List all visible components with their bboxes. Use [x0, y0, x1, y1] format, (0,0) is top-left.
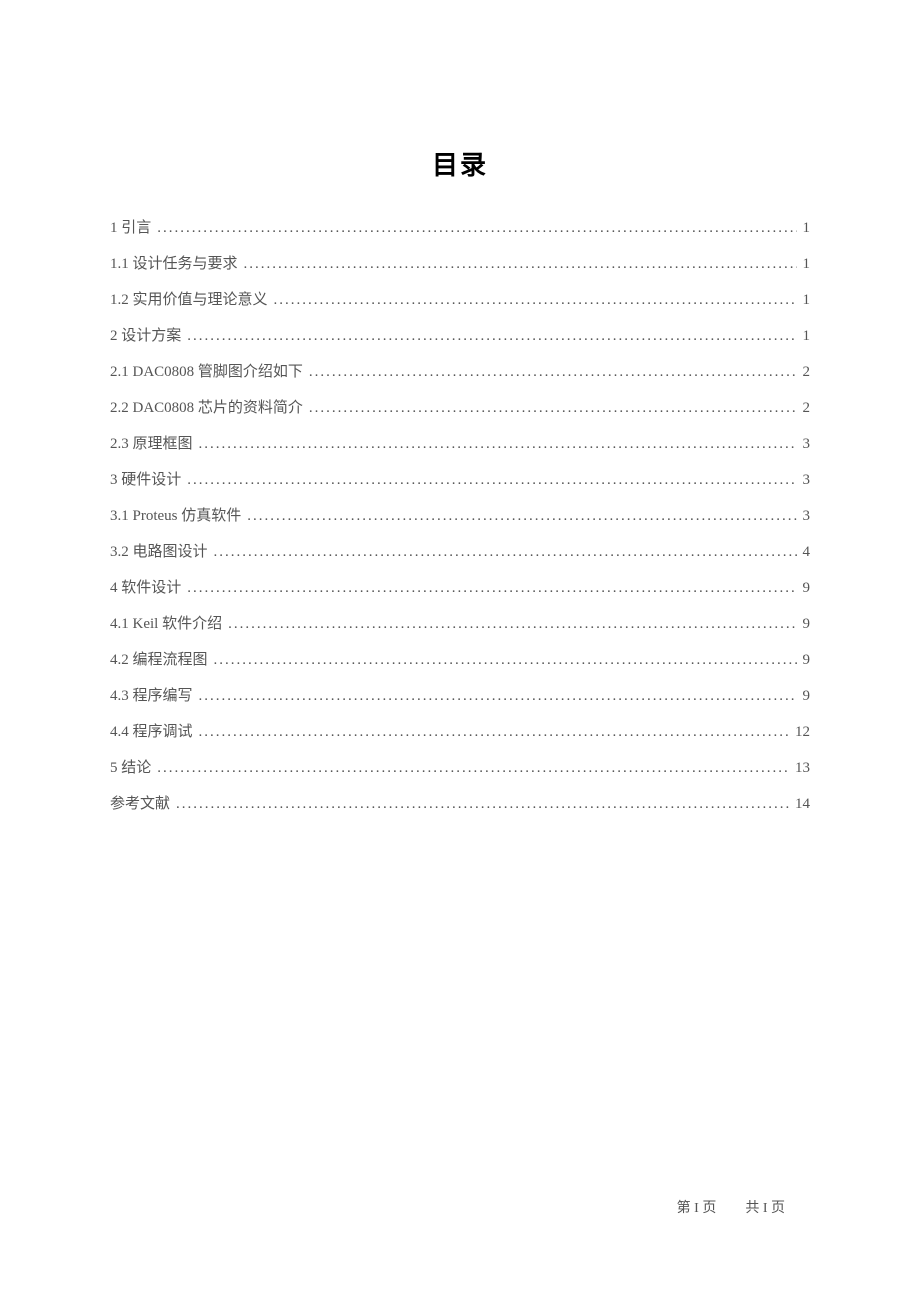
toc-entry: 1.1 设计任务与要求 1: [110, 246, 810, 282]
toc-entry: 4.3 程序编写 9: [110, 678, 810, 714]
toc-entry: 4.1 Keil 软件介绍 9: [110, 606, 810, 642]
toc-entry-label: 5 结论: [110, 750, 157, 786]
toc-entry-page: 1: [797, 282, 811, 318]
toc-title: 目录: [110, 145, 810, 182]
toc-entry: 1.2 实用价值与理论意义 1: [110, 282, 810, 318]
toc-entry-page: 9: [797, 570, 811, 606]
toc-dots: [214, 534, 797, 570]
footer-page-total: 共 I 页: [745, 1201, 785, 1216]
toc-dots: [176, 786, 789, 822]
toc-entry-page: 12: [789, 714, 810, 750]
toc-dots: [274, 282, 797, 318]
toc-entry: 2.3 原理框图 3: [110, 426, 810, 462]
toc-entry-label: 2.2 DAC0808 芯片的资料简介: [110, 390, 309, 426]
toc-entry: 3.1 Proteus 仿真软件 3: [110, 498, 810, 534]
toc-dots: [187, 462, 796, 498]
toc-entry-label: 3 硬件设计: [110, 462, 187, 498]
toc-entry-label: 1 引言: [110, 210, 157, 246]
toc-dots: [309, 354, 797, 390]
toc-dots: [247, 498, 796, 534]
toc-entry-page: 1: [797, 210, 811, 246]
toc-entry-page: 3: [797, 498, 811, 534]
toc-entry-label: 4.1 Keil 软件介绍: [110, 606, 228, 642]
toc-dots: [214, 642, 797, 678]
toc-dots: [228, 606, 796, 642]
toc-dots: [199, 678, 797, 714]
toc-entry-page: 3: [797, 426, 811, 462]
toc-entry-label: 1.1 设计任务与要求: [110, 246, 244, 282]
toc-dots: [157, 750, 789, 786]
toc-entry-label: 2.3 原理框图: [110, 426, 199, 462]
toc-entry: 3 硬件设计 3: [110, 462, 810, 498]
toc-entry-label: 2 设计方案: [110, 318, 187, 354]
toc-entry-page: 1: [797, 246, 811, 282]
toc-entry-page: 9: [797, 678, 811, 714]
toc-dots: [244, 246, 797, 282]
toc-entry-page: 9: [797, 642, 811, 678]
toc-entry-page: 2: [797, 354, 811, 390]
toc-dots: [187, 570, 796, 606]
toc-entry: 4 软件设计 9: [110, 570, 810, 606]
toc-entry-page: 13: [789, 750, 810, 786]
toc-entry-label: 4 软件设计: [110, 570, 187, 606]
toc-entry: 3.2 电路图设计 4: [110, 534, 810, 570]
toc-entry: 4.4 程序调试 12: [110, 714, 810, 750]
toc-entry-label: 3.2 电路图设计: [110, 534, 214, 570]
toc-entry-page: 3: [797, 462, 811, 498]
toc-entry: 4.2 编程流程图 9: [110, 642, 810, 678]
toc-entry: 参考文献 14: [110, 786, 810, 822]
footer-page-current: 第 I 页: [677, 1201, 717, 1216]
toc-entry: 5 结论 13: [110, 750, 810, 786]
toc-entry-page: 14: [789, 786, 810, 822]
toc-entry: 2 设计方案 1: [110, 318, 810, 354]
toc-entry-label: 3.1 Proteus 仿真软件: [110, 498, 247, 534]
toc-entry: 2.2 DAC0808 芯片的资料简介 2: [110, 390, 810, 426]
page-container: 目录 1 引言11.1 设计任务与要求11.2 实用价值与理论意义12 设计方案…: [0, 0, 920, 822]
toc-entry-label: 4.2 编程流程图: [110, 642, 214, 678]
page-footer: 第 I 页 共 I 页: [677, 1197, 785, 1217]
toc-dots: [187, 318, 796, 354]
toc-dots: [309, 390, 797, 426]
toc-entry-label: 参考文献: [110, 786, 176, 822]
toc-entry-label: 1.2 实用价值与理论意义: [110, 282, 274, 318]
toc-entry: 1 引言 1: [110, 210, 810, 246]
toc-dots: [157, 210, 796, 246]
toc-entry-label: 4.4 程序调试: [110, 714, 199, 750]
toc-entry-page: 1: [797, 318, 811, 354]
toc-entry-label: 4.3 程序编写: [110, 678, 199, 714]
toc-entry-page: 4: [797, 534, 811, 570]
toc-dots: [199, 426, 797, 462]
toc-dots: [199, 714, 789, 750]
toc-entry-page: 9: [797, 606, 811, 642]
toc-entry: 2.1 DAC0808 管脚图介绍如下 2: [110, 354, 810, 390]
toc-entry-page: 2: [797, 390, 811, 426]
toc-entry-label: 2.1 DAC0808 管脚图介绍如下: [110, 354, 309, 390]
toc-container: 1 引言11.1 设计任务与要求11.2 实用价值与理论意义12 设计方案12.…: [110, 210, 810, 822]
